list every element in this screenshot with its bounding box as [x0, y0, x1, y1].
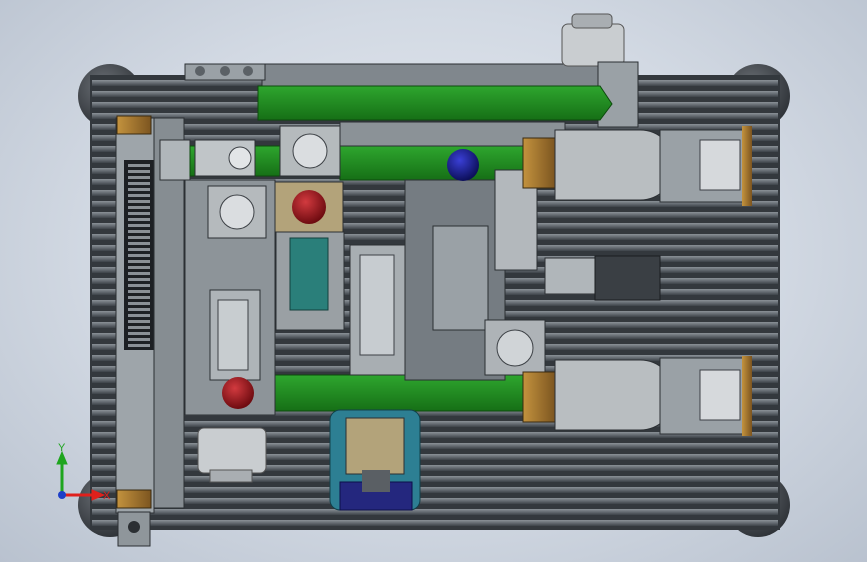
extrusion-rail [92, 509, 778, 515]
rack-tooth [128, 284, 150, 287]
graphics-viewport[interactable]: Y X [0, 0, 867, 562]
gripper-bottom-right [522, 356, 752, 436]
rack-tooth [128, 272, 150, 275]
rack-tooth [128, 236, 150, 239]
rack-tooth [128, 296, 150, 299]
rack-tooth [128, 170, 150, 173]
rack-tooth [128, 326, 150, 329]
rack-tooth [128, 302, 150, 305]
extrusion-rail [92, 476, 778, 482]
rack-tooth [128, 320, 150, 323]
linear-module-left [115, 115, 191, 547]
rack-tooth [128, 344, 150, 347]
rack-tooth [128, 314, 150, 317]
rack-tooth [128, 206, 150, 209]
rack-tooth [128, 224, 150, 227]
gripper-top-right [522, 126, 752, 206]
y-axis-label: Y [58, 442, 66, 454]
rack-tooth [128, 176, 150, 179]
green-arm-top [257, 85, 613, 121]
rack-tooth [128, 218, 150, 221]
rack-tooth [128, 248, 150, 251]
finger-gripper-middle [544, 255, 661, 301]
extrusion-rail [92, 520, 778, 526]
rack-tooth [128, 200, 150, 203]
rack-tooth [128, 212, 150, 215]
extrusion-rail [92, 487, 778, 493]
rack-tooth [128, 278, 150, 281]
extrusion-rail [92, 498, 778, 504]
x-axis-label: X [103, 490, 111, 502]
extrusion-rail [92, 443, 778, 449]
rack-tooth [128, 338, 150, 341]
rack-tooth [128, 290, 150, 293]
bottom-clamp [329, 409, 421, 511]
rack-tooth [128, 194, 150, 197]
rack-tooth [128, 164, 150, 167]
assembly-model[interactable]: Y X [0, 0, 867, 562]
extrusion-rail [92, 454, 778, 460]
rack-tooth [128, 182, 150, 185]
rack-tooth [128, 308, 150, 311]
rack-tooth [128, 266, 150, 269]
rack-tooth [128, 188, 150, 191]
rack-tooth [128, 242, 150, 245]
rack-tooth [128, 254, 150, 257]
rack-tooth [128, 230, 150, 233]
extrusion-rail [92, 465, 778, 471]
z-axis-dot [58, 491, 66, 499]
rack-tooth [128, 260, 150, 263]
rack-tooth [128, 332, 150, 335]
